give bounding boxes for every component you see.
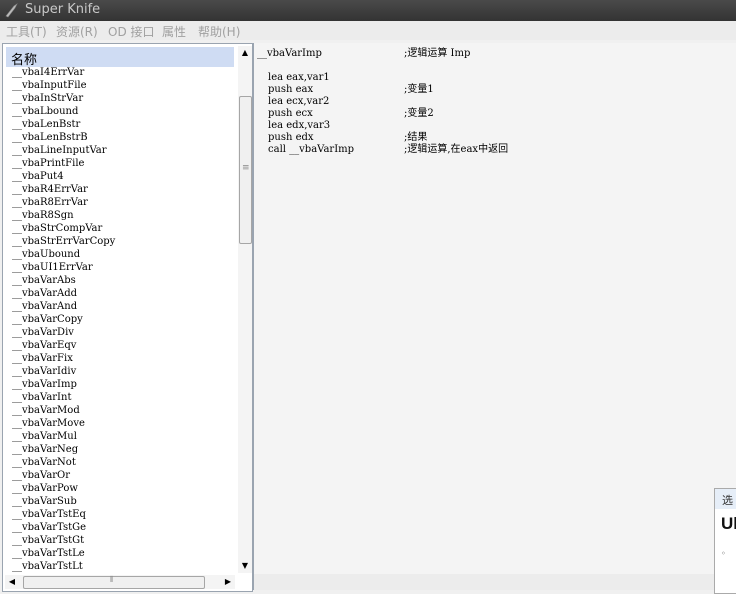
popup-title: Ul	[721, 514, 736, 533]
code-function-comment: ;逻辑运算 Imp	[404, 48, 471, 59]
code-instruction: call __vbaVarImp	[268, 144, 355, 155]
list-item[interactable]: __vbaVarMod	[12, 404, 236, 417]
hscroll-thumb[interactable]: ⦀	[23, 575, 205, 589]
list-item[interactable]: __vbaVarIdiv	[12, 365, 236, 378]
code-instruction: push ecx	[268, 108, 313, 119]
list-item[interactable]: __vbaInStrVar	[12, 92, 236, 105]
side-popup[interactable]: 选 Ul ◦	[714, 488, 736, 594]
list-item[interactable]: __vbaI4ErrVar	[12, 66, 236, 79]
list-item[interactable]: __vbaInputFile	[12, 79, 236, 92]
list-item[interactable]: __vbaVarDiv	[12, 326, 236, 339]
window-title: Super Knife	[25, 2, 101, 17]
list-item[interactable]: __vbaR8ErrVar	[12, 196, 236, 209]
menu-bar: 工具(T) 资源(R) OD 接口 属性 帮助(H)	[0, 21, 736, 40]
code-comment: ;变量1	[404, 84, 434, 95]
list-item[interactable]: __vbaVarNot	[12, 456, 236, 469]
vertical-scrollbar[interactable]: ▲ ≡ ▼	[238, 46, 252, 573]
function-list: __vbaI4ErrVar __vbaInputFile __vbaInStrVar…	[12, 66, 236, 573]
code-comment: ;逻辑运算,在eax中返回	[404, 144, 509, 155]
list-item[interactable]: __vbaLineInputVar	[12, 144, 236, 157]
list-item[interactable]: __vbaR8Sgn	[12, 209, 236, 222]
list-item[interactable]: __vbaVarImp	[12, 378, 236, 391]
code-instruction: lea eax,var1	[268, 72, 330, 83]
code-comment: ;变量2	[404, 108, 434, 119]
code-instruction: push edx	[268, 132, 314, 143]
list-item[interactable]: __vbaVarMove	[12, 417, 236, 430]
list-item[interactable]: __vbaVarCopy	[12, 313, 236, 326]
list-item[interactable]: __vbaStrErrVarCopy	[12, 235, 236, 248]
list-item[interactable]: __vbaVarPow	[12, 482, 236, 495]
popup-bullet-icon: ◦	[721, 549, 726, 558]
list-item[interactable]: __vbaUbound	[12, 248, 236, 261]
menu-tools[interactable]: 工具(T)	[6, 23, 47, 40]
menu-properties[interactable]: 属性	[162, 23, 186, 40]
scroll-left-icon[interactable]: ◀	[5, 575, 19, 589]
list-item[interactable]: __vbaVarInt	[12, 391, 236, 404]
scroll-right-icon[interactable]: ▶	[221, 575, 235, 589]
code-panel[interactable]: __vbaVarImp ;逻辑运算 Imp lea eax,var1 push e…	[253, 43, 736, 590]
code-bottom-bar	[254, 574, 736, 590]
list-item[interactable]: __vbaVarAdd	[12, 287, 236, 300]
list-item[interactable]: __vbaVarTstLe	[12, 547, 236, 560]
list-item[interactable]: __vbaVarTstGe	[12, 521, 236, 534]
code-instruction: push eax	[268, 84, 314, 95]
code-instruction: lea edx,var3	[268, 120, 331, 131]
code-comment: ;结果	[404, 132, 428, 143]
grip-icon: ⦀	[110, 575, 114, 584]
scroll-down-icon[interactable]: ▼	[238, 559, 252, 573]
popup-header-label: 选	[722, 494, 733, 507]
list-item[interactable]: __vbaVarFix	[12, 352, 236, 365]
horizontal-scrollbar[interactable]: ◀ ⦀ ▶	[5, 575, 235, 589]
list-item[interactable]: __vbaVarNeg	[12, 443, 236, 456]
list-item[interactable]: __vbaVarTstGt	[12, 534, 236, 547]
menu-od-interface[interactable]: OD 接口	[108, 23, 155, 40]
list-item[interactable]: __vbaPrintFile	[12, 157, 236, 170]
list-item[interactable]: __vbaLbound	[12, 105, 236, 118]
list-header[interactable]: 名称	[6, 47, 234, 68]
menu-resources[interactable]: 资源(R)	[56, 23, 98, 40]
list-item[interactable]: __vbaVarMul	[12, 430, 236, 443]
list-item[interactable]: __vbaR4ErrVar	[12, 183, 236, 196]
list-item[interactable]: __vbaVarOr	[12, 469, 236, 482]
list-item[interactable]: __vbaVarTstLt	[12, 560, 236, 573]
code-instruction: lea ecx,var2	[268, 96, 330, 107]
popup-header: 选	[715, 489, 736, 509]
list-item[interactable]: __vbaVarTstEq	[12, 508, 236, 521]
scroll-thumb[interactable]: ≡	[239, 96, 252, 244]
scroll-up-icon[interactable]: ▲	[238, 46, 252, 60]
list-item[interactable]: __vbaVarAbs	[12, 274, 236, 287]
knife-icon	[5, 3, 18, 18]
menu-help[interactable]: 帮助(H)	[198, 23, 240, 40]
list-item[interactable]: __vbaUI1ErrVar	[12, 261, 236, 274]
list-item[interactable]: __vbaLenBstrB	[12, 131, 236, 144]
list-item[interactable]: __vbaVarAnd	[12, 300, 236, 313]
list-item[interactable]: __vbaLenBstr	[12, 118, 236, 131]
list-item[interactable]: __vbaVarSub	[12, 495, 236, 508]
list-item[interactable]: __vbaStrCompVar	[12, 222, 236, 235]
grip-icon: ≡	[242, 163, 250, 173]
list-item[interactable]: __vbaPut4	[12, 170, 236, 183]
function-list-panel: 名称 __vbaI4ErrVar __vbaInputFile __vbaInStr…	[2, 43, 253, 592]
list-item[interactable]: __vbaVarEqv	[12, 339, 236, 352]
code-function-name: __vbaVarImp	[257, 48, 322, 59]
title-bar: Super Knife	[0, 0, 736, 21]
